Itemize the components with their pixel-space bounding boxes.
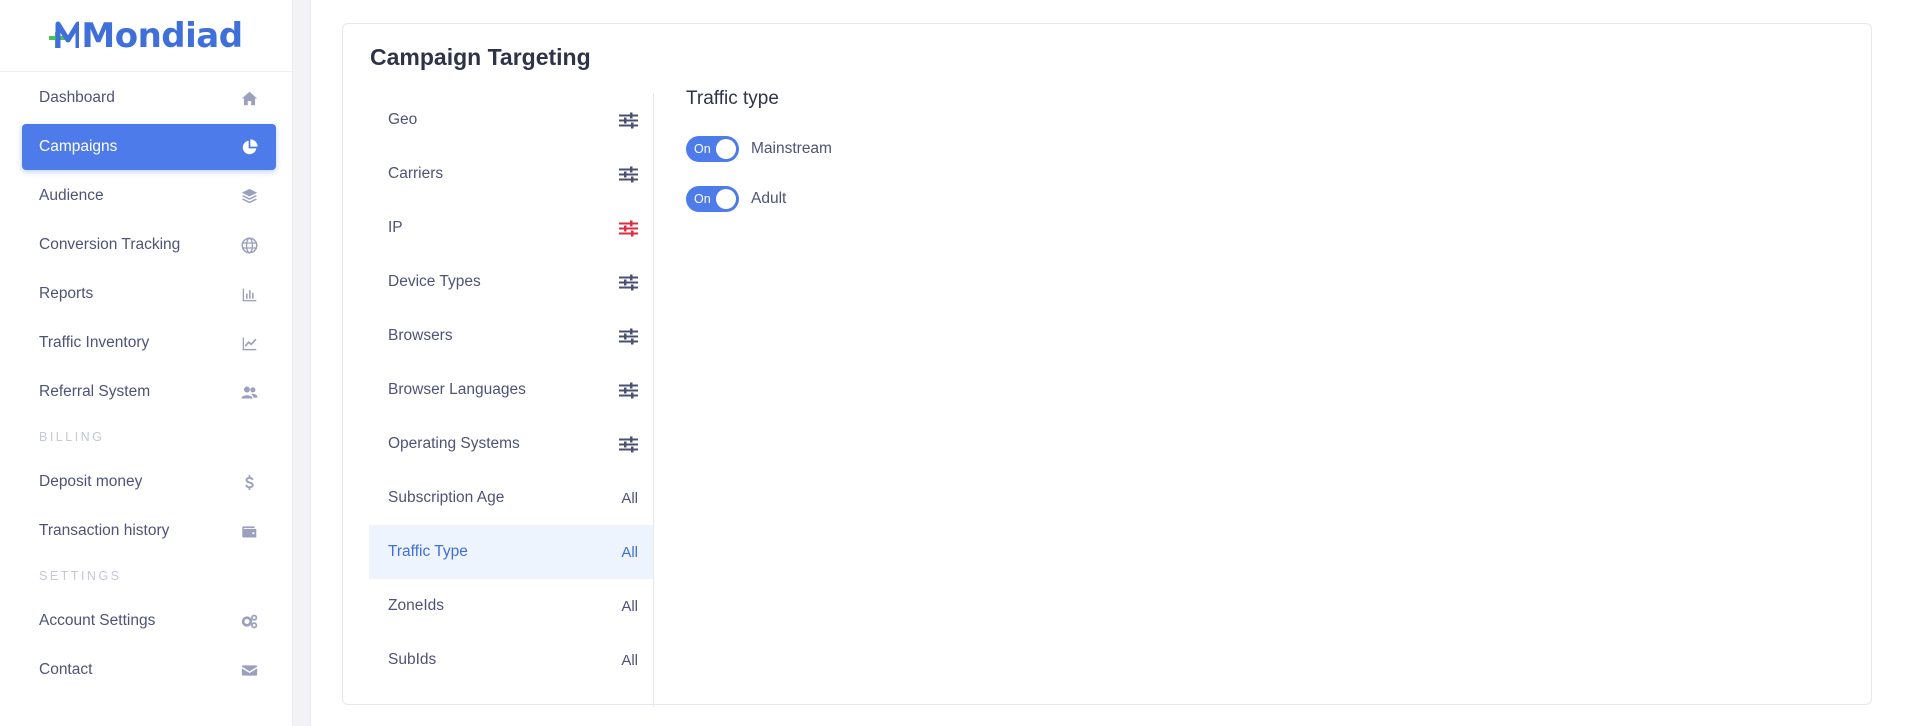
sidebar-item-conversion-tracking[interactable]: Conversion Tracking: [22, 222, 276, 268]
sliders-icon[interactable]: [619, 382, 638, 399]
target-label: IP: [388, 219, 403, 236]
main-nav: Dashboard Campaigns Audience Conversion …: [0, 75, 292, 693]
toggle-row-adult: On Adult: [686, 186, 832, 212]
sidebar-item-label: Traffic Inventory: [39, 334, 150, 351]
sliders-icon[interactable]: [619, 328, 638, 345]
sidebar-item-label: Campaigns: [39, 138, 118, 155]
toggle-label: Adult: [751, 190, 787, 207]
traffic-type-panel: Traffic type On Mainstream On Adult: [686, 88, 832, 236]
sidebar-item-deposit-money[interactable]: Deposit money: [22, 459, 276, 505]
sidebar-item-label: Deposit money: [39, 473, 143, 490]
target-value: All: [621, 651, 638, 669]
sidebar-item-campaigns[interactable]: Campaigns: [22, 124, 276, 170]
line-chart-icon: [239, 333, 259, 353]
sidebar-item-label: Audience: [39, 187, 104, 204]
bar-chart-icon: [239, 284, 259, 304]
target-item-operating-systems[interactable]: Operating Systems: [369, 417, 653, 471]
users-icon: [239, 382, 259, 402]
cogs-icon: [239, 611, 259, 631]
target-label: Geo: [388, 111, 418, 128]
sliders-icon[interactable]: [619, 436, 638, 453]
target-label: ZoneIds: [388, 597, 445, 614]
panel-title: Traffic type: [686, 88, 779, 109]
target-value: All: [621, 543, 638, 561]
target-label: Device Types: [388, 273, 481, 290]
envelope-icon: [239, 660, 259, 680]
sidebar-item-reports[interactable]: Reports: [22, 271, 276, 317]
wallet-icon: [239, 521, 259, 541]
target-item-browser-languages[interactable]: Browser Languages: [369, 363, 653, 417]
sidebar-item-transaction-history[interactable]: Transaction history: [22, 508, 276, 554]
dollar-icon: [239, 472, 259, 492]
toggle-state-label: On: [694, 142, 711, 156]
toggle-row-mainstream: On Mainstream: [686, 136, 832, 162]
target-label: Carriers: [388, 165, 444, 182]
sliders-icon[interactable]: [619, 274, 638, 291]
sidebar-item-label: Conversion Tracking: [39, 236, 181, 253]
target-value: All: [621, 489, 638, 507]
sidebar-item-label: Reports: [39, 285, 94, 302]
target-item-browsers[interactable]: Browsers: [369, 309, 653, 363]
section-title-settings: SETTINGS: [39, 569, 122, 583]
mainstream-toggle[interactable]: On: [686, 136, 739, 162]
section-title-billing: BILLING: [39, 430, 105, 444]
toggle-state-label: On: [694, 192, 711, 206]
toggle-knob: [716, 139, 736, 159]
sidebar-item-account-settings[interactable]: Account Settings: [22, 598, 276, 644]
target-item-subids[interactable]: SubIds All: [369, 633, 653, 687]
adult-toggle[interactable]: On: [686, 186, 739, 212]
globe-icon: [239, 235, 259, 255]
target-label: Subscription Age: [388, 489, 505, 506]
target-label: Browsers: [388, 327, 453, 344]
sidebar: Mondiad Dashboard Campaigns Audience Con…: [0, 0, 293, 726]
toggle-label: Mainstream: [751, 140, 832, 157]
sidebar-item-dashboard[interactable]: Dashboard: [22, 75, 276, 121]
target-item-traffic-type[interactable]: Traffic Type All: [369, 525, 653, 579]
target-value: All: [621, 597, 638, 615]
sliders-icon[interactable]: [619, 112, 638, 129]
target-label: Operating Systems: [388, 435, 520, 452]
home-icon: [239, 88, 259, 108]
target-label: Browser Languages: [388, 381, 526, 398]
logo-text: Mondiad: [81, 15, 243, 56]
sidebar-item-referral-system[interactable]: Referral System: [22, 369, 276, 415]
sliders-icon[interactable]: [619, 220, 638, 237]
card-title: Campaign Targeting: [370, 44, 591, 70]
layers-icon: [239, 186, 259, 206]
target-item-subscription-age[interactable]: Subscription Age All: [369, 471, 653, 525]
target-label: Traffic Type: [388, 543, 468, 560]
target-item-geo[interactable]: Geo: [369, 93, 653, 147]
sidebar-item-traffic-inventory[interactable]: Traffic Inventory: [22, 320, 276, 366]
campaign-targeting-card: Campaign Targeting Geo Carriers IP Devic…: [342, 23, 1872, 707]
target-label: SubIds: [388, 651, 437, 668]
sliders-icon[interactable]: [619, 166, 638, 183]
pie-chart-icon: [239, 137, 259, 157]
targeting-list: Geo Carriers IP Device Types Browsers Br…: [369, 93, 654, 707]
sidebar-item-label: Contact: [39, 661, 93, 678]
target-item-ip[interactable]: IP: [369, 201, 653, 255]
sidebar-item-label: Account Settings: [39, 612, 156, 629]
sidebar-item-label: Referral System: [39, 383, 151, 400]
sidebar-item-audience[interactable]: Audience: [22, 173, 276, 219]
target-item-zoneids[interactable]: ZoneIds All: [369, 579, 653, 633]
logo[interactable]: Mondiad: [0, 0, 292, 72]
sidebar-item-label: Transaction history: [39, 522, 170, 539]
toggle-knob: [716, 189, 736, 209]
sidebar-item-label: Dashboard: [39, 89, 115, 106]
target-item-carriers[interactable]: Carriers: [369, 147, 653, 201]
target-item-device-types[interactable]: Device Types: [369, 255, 653, 309]
sidebar-item-contact[interactable]: Contact: [22, 647, 276, 693]
